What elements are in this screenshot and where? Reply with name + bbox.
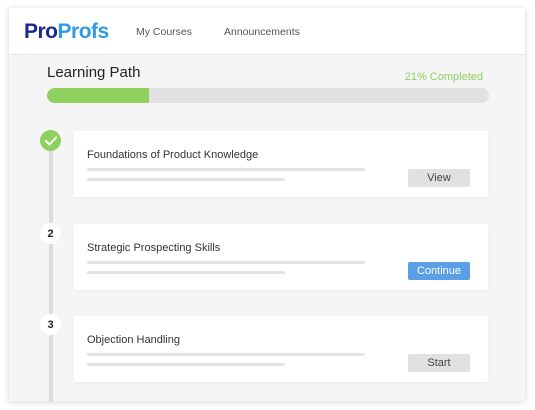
nav-my-courses[interactable]: My Courses: [136, 26, 192, 38]
top-navigation-bar: ProProfs My Courses Announcements: [9, 8, 525, 55]
progress-label: 21% Completed: [404, 71, 483, 83]
checkmark-icon: [44, 136, 57, 145]
progress-bar: [47, 88, 489, 103]
description-placeholder-line: [87, 271, 285, 274]
description-placeholder-line: [87, 363, 285, 366]
logo-part-profs: Profs: [57, 20, 110, 43]
page-title: Learning Path: [47, 64, 141, 81]
course-title: Strategic Prospecting Skills: [87, 242, 221, 254]
nav-announcements[interactable]: Announcements: [224, 26, 300, 38]
description-placeholder-line: [87, 353, 365, 356]
description-placeholder-line: [87, 168, 365, 171]
progress-bar-fill: [47, 88, 149, 103]
course-title: Objection Handling: [87, 334, 180, 346]
proprofs-logo[interactable]: ProProfs: [24, 20, 109, 44]
step-2-marker: 2: [40, 223, 61, 244]
course-card-2: Strategic Prospecting Skills Continue: [74, 224, 488, 290]
description-placeholder-line: [87, 178, 285, 181]
step-3-marker: 3: [40, 314, 61, 335]
step-1-check-icon: [40, 130, 61, 151]
course-card-1: Foundations of Product Knowledge View: [74, 131, 488, 197]
app-window: ProProfs My Courses Announcements Learni…: [9, 8, 525, 401]
logo-part-pro: Pro: [24, 20, 58, 43]
continue-button[interactable]: Continue: [408, 262, 470, 280]
start-button[interactable]: Start: [408, 354, 470, 372]
course-title: Foundations of Product Knowledge: [87, 149, 259, 161]
timeline-line: [49, 140, 53, 401]
description-placeholder-line: [87, 261, 365, 264]
course-card-3: Objection Handling Start: [74, 316, 488, 382]
view-button[interactable]: View: [408, 169, 470, 187]
